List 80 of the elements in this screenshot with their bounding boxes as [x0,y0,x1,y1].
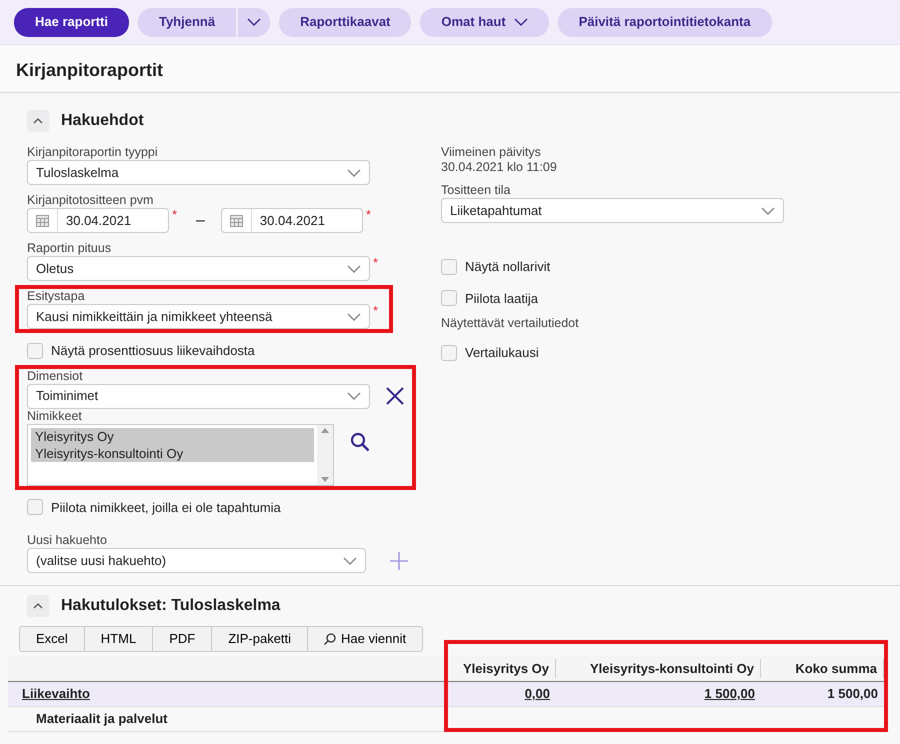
date-field[interactable]: 30.04.2021 [27,208,169,233]
checkbox[interactable] [27,342,43,359]
field-label: Raportin pituus [27,241,112,256]
export-button[interactable]: Excel [20,627,85,651]
row-label: Materiaalit ja palvelut [35,710,168,728]
field-label: Esitystapa [27,289,86,304]
field-label: Dimensiot [27,368,84,384]
export-button[interactable]: PDF [153,627,212,651]
required-mark: * [366,208,372,222]
amount: 1 500,00 [827,686,878,702]
clear-button[interactable]: Tyhjennä [138,8,236,36]
date-field[interactable]: 30.04.2021 [220,208,363,233]
required-mark: * [373,256,380,270]
search-button[interactable] [350,432,370,452]
export-button[interactable]: ZIP-paketti [212,627,308,651]
plus-icon [390,552,408,570]
select-field[interactable]: Tuloslaskelma [27,160,370,185]
checkbox[interactable] [441,344,457,361]
close-button[interactable] [386,387,404,405]
select-field[interactable]: (valitse uusi hakuehto) [27,548,366,573]
caret-up-icon [33,118,43,124]
column-header[interactable]: Yleisyritys Oy [448,658,556,678]
scroll-bar[interactable] [317,424,333,484]
chevron-down-icon [347,392,361,400]
select-field[interactable]: Oletus [27,256,370,281]
chevron-down-icon [347,168,361,176]
chevron-down-icon [514,18,528,26]
checkbox[interactable] [27,499,43,516]
search-icon [324,633,336,645]
export-button[interactable]: HTML [84,627,154,651]
field-label: Nimikkeet [27,408,83,424]
caret-up-icon [33,603,43,609]
checkbox-label: Näytä prosenttiosuus liikevaihdosta [51,342,255,360]
calendar-icon [36,214,49,227]
list-box[interactable]: Yleisyritys Oy Yleisyritys-konsultointi Oy [27,424,334,486]
chevron-down-icon [761,206,775,214]
toolbar-button[interactable]: Raporttikaavat [279,8,412,36]
list-option[interactable]: Yleisyritys Oy [31,428,314,444]
add-button[interactable] [390,552,408,570]
checkbox-label: Vertailukausi [465,344,539,362]
required-mark: * [373,304,380,318]
close-icon [386,387,404,405]
checkbox-label: Piilota laatija [465,290,538,308]
field-label: Uusi hakuehto [27,533,108,548]
select-field[interactable]: Toiminimet [27,384,370,408]
amount-link[interactable]: 0,00 [524,686,550,702]
column-header[interactable]: Koko summa [761,658,884,678]
checkbox[interactable] [441,258,457,275]
list-option[interactable]: Yleisyritys-konsultointi Oy [31,444,314,462]
field-label: Kirjanpitotositteen pvm [27,193,154,208]
checkbox-label: Piilota nimikkeet, joilla ei ole tapahtumia [51,498,281,517]
range-separator: – [195,210,206,230]
info-value: 30.04.2021 klo 11:09 [441,160,557,175]
search-icon [350,432,370,452]
section-title: Hakuehdot [61,111,144,131]
group-label: Näytettävät vertailutiedot [441,316,579,331]
dropdown-toggle-button[interactable] [236,8,270,36]
collapse-toggle[interactable] [27,595,49,617]
checkbox[interactable] [441,290,457,306]
select-field[interactable]: Kausi nimikkeittäin ja nimikkeet yhteensä [27,304,370,329]
dropdown-button[interactable]: Omat haut [420,8,549,36]
collapse-toggle[interactable] [27,110,49,132]
field-label: Tositteen tila [441,183,512,198]
field-label: Viimeinen päivitys [441,145,542,160]
export-button[interactable]: Hae viennit [308,627,422,651]
row-link[interactable]: Liikevaihto [8,684,90,704]
checkbox-label: Näytä nollarivit [465,258,550,276]
toolbar-button[interactable]: Päivitä raportointitietokanta [558,8,772,36]
amount-link[interactable]: 1 500,00 [704,686,755,702]
calendar-icon [230,214,243,227]
required-mark: * [172,208,178,222]
chevron-down-icon [347,264,361,272]
chevron-down-icon [343,556,357,564]
select-field[interactable]: Liiketapahtumat [441,198,784,223]
column-header[interactable]: Yleisyritys-konsultointi Oy [556,658,761,678]
field-label: Kirjanpitoraportin tyyppi [27,145,159,160]
chevron-down-icon [247,18,262,26]
chevron-down-icon [347,312,361,320]
report-button[interactable]: Hae raportti [14,8,129,36]
section-title: Hakutulokset: Tuloslaskelma [61,596,280,616]
